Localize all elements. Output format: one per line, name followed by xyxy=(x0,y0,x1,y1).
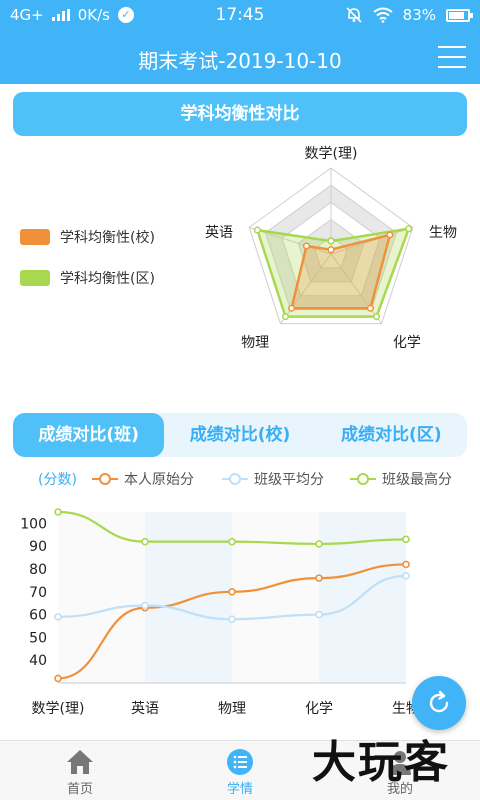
y-tick-label: 90 xyxy=(29,539,47,555)
radar-axis-label: 英语 xyxy=(205,224,233,241)
radar-point xyxy=(288,304,296,312)
menu-icon[interactable] xyxy=(438,46,466,68)
y-tick-label: 40 xyxy=(29,653,47,669)
series-point xyxy=(228,615,236,623)
line-chart: 405060708090100数学(理) 英语 物理 化学 生物 xyxy=(20,508,420,717)
radar-point xyxy=(405,225,413,233)
y-tick-label: 100 xyxy=(20,516,47,532)
series-point xyxy=(315,540,323,548)
radar-point xyxy=(386,231,394,239)
plot-band xyxy=(319,512,406,683)
radar-point xyxy=(253,226,261,234)
legend-class-max[interactable]: 班级最高分 xyxy=(350,469,452,489)
radar-section-title: 学科均衡性对比 xyxy=(13,92,467,136)
y-tick-label: 60 xyxy=(29,608,47,624)
legend-label: 班级最高分 xyxy=(382,472,452,488)
x-tick-label: 化学 xyxy=(305,701,333,717)
radar-point xyxy=(327,246,335,254)
unit-label: (分数) xyxy=(38,472,77,488)
battery-percent: 83% xyxy=(402,6,436,24)
series-point xyxy=(54,613,62,621)
radar-point xyxy=(281,313,290,321)
tab-school[interactable]: 成绩对比(校) xyxy=(164,413,315,457)
series-point xyxy=(54,674,62,683)
status-bar: 4G+ 0K/s ✓ 17:45 83% xyxy=(0,0,480,32)
series-point xyxy=(141,537,149,546)
radar-axis-label: 物理 xyxy=(241,335,269,351)
list-icon xyxy=(227,749,253,775)
score-tabs: 成绩对比(班) 成绩对比(校) 成绩对比(区) xyxy=(13,413,467,457)
series-point xyxy=(402,560,410,569)
nav-label: 学情 xyxy=(226,782,253,797)
series-point xyxy=(228,537,236,546)
series-point xyxy=(228,588,236,596)
page-title: 期末考试-2019-10-10 xyxy=(138,49,342,73)
battery-icon xyxy=(446,8,473,22)
legend-marker xyxy=(222,473,248,485)
legend-self[interactable]: 本人原始分 xyxy=(92,469,194,489)
radar-point xyxy=(302,242,311,250)
radar-chart: 数学(理) 生物化学 物理 英语 xyxy=(205,146,457,351)
x-tick-label: 数学(理) xyxy=(32,701,85,717)
refresh-button[interactable] xyxy=(412,676,466,730)
plot-band xyxy=(145,512,232,683)
radar-point xyxy=(366,304,374,312)
radar-axis-label: 生物 xyxy=(429,225,457,241)
x-tick-label: 英语 xyxy=(131,700,159,717)
nav-home[interactable]: 首页 xyxy=(0,741,160,800)
legend-marker xyxy=(92,473,118,485)
watermark: 大玩客 xyxy=(312,737,450,788)
home-icon xyxy=(67,750,93,774)
tab-district[interactable]: 成绩对比(区) xyxy=(316,413,467,457)
y-tick-label: 80 xyxy=(29,562,47,578)
tab-class[interactable]: 成绩对比(班) xyxy=(13,413,165,457)
series-point xyxy=(315,610,323,619)
y-tick-label: 70 xyxy=(29,585,47,601)
line-chart-legend: (分数) 本人原始分 班级平均分 班级最高分 xyxy=(0,466,480,490)
legend-label: 班级平均分 xyxy=(254,472,324,488)
legend-label: 本人原始分 xyxy=(124,472,194,488)
series-point xyxy=(141,601,149,610)
radar-point xyxy=(327,237,335,245)
app-header: 期末考试-2019-10-10 xyxy=(0,32,480,84)
wifi-icon xyxy=(373,7,393,23)
x-tick-label: 物理 xyxy=(218,701,246,717)
nav-label: 首页 xyxy=(66,782,93,797)
series-point xyxy=(54,508,62,516)
y-tick-label: 50 xyxy=(29,630,47,646)
legend-class-avg[interactable]: 班级平均分 xyxy=(222,469,324,489)
radar-point xyxy=(372,313,381,321)
status-right: 83% xyxy=(345,6,473,24)
series-point xyxy=(402,572,410,580)
mute-alarm-icon xyxy=(346,7,362,23)
refresh-icon xyxy=(429,690,449,713)
radar-axis-label: 化学 xyxy=(393,335,421,351)
radar-axis-label: 数学(理) xyxy=(305,146,358,162)
nav-study[interactable]: 学情 xyxy=(160,741,320,800)
series-point xyxy=(402,535,410,544)
legend-marker xyxy=(350,473,376,485)
series-point xyxy=(315,574,323,582)
